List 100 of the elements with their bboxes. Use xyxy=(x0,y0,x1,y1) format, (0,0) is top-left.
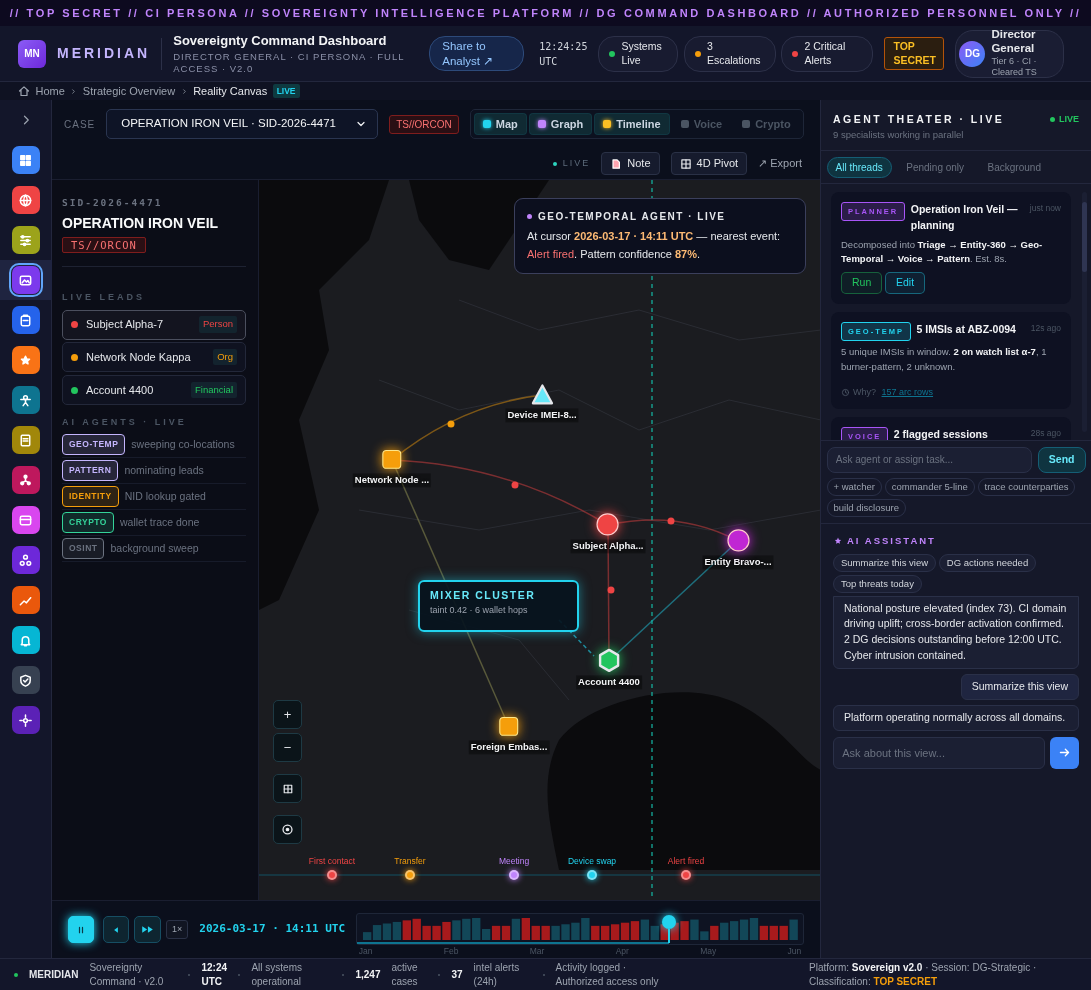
prompt-chip[interactable]: Summarize this view xyxy=(833,553,937,572)
user-name: Director General xyxy=(991,28,1037,57)
home-icon xyxy=(18,85,30,97)
lead-name: Account 4400 xyxy=(86,382,154,398)
assistant-message: Platform operating normally across all domains. xyxy=(833,705,1079,731)
share-button[interactable]: Share to Analyst ↗ xyxy=(429,35,525,72)
scrollbar-thumb[interactable] xyxy=(1082,202,1087,272)
lead-tag: Org xyxy=(213,349,237,366)
breadcrumb-current[interactable]: Reality Canvas xyxy=(193,82,268,100)
sidebar-button[interactable] xyxy=(11,346,40,374)
prompt-chip[interactable]: DG actions needed xyxy=(938,553,1037,572)
sidebar-button[interactable] xyxy=(11,266,40,294)
zoom-in-button[interactable]: + xyxy=(273,700,302,729)
target-icon xyxy=(281,823,294,836)
status-text: active cases xyxy=(391,961,419,988)
status-text: intel alerts (24h) xyxy=(473,961,521,988)
lead-item[interactable]: Subject Alpha-7 Person xyxy=(62,309,246,340)
prompt-chip[interactable]: Top threats today xyxy=(833,574,922,593)
case-select[interactable]: OPERATION IRON VEIL · SID-2026-4471 xyxy=(106,109,379,139)
sidebar-button[interactable] xyxy=(11,586,40,614)
view-tab[interactable]: Timeline xyxy=(594,112,670,136)
clock-icon xyxy=(841,388,850,398)
export-link[interactable]: ↗ Export xyxy=(758,155,802,172)
ask-input[interactable]: Ask about this view... xyxy=(833,736,1045,769)
agent-status: NID lookup gated xyxy=(124,488,206,504)
panel-subtitle: 9 specialists working in parallel xyxy=(833,127,965,142)
agent-tag: PATTERN xyxy=(62,460,119,482)
filter-tab[interactable]: Pending only xyxy=(897,156,974,178)
sidebar-button[interactable] xyxy=(11,306,40,334)
sidebar-button[interactable] xyxy=(11,706,40,734)
sidebar-button[interactable] xyxy=(11,626,40,654)
agent-status: nominating leads xyxy=(124,462,204,478)
node-label: Account 4400 xyxy=(576,675,642,690)
thread-text: Decomposed into Triage → Entity-360 → Geo-Temporal → Voice → Pattern. Est. 8s. xyxy=(841,237,1044,267)
locate-button[interactable] xyxy=(273,815,302,844)
panel-title: AGENT THEATER · LIVE xyxy=(833,112,1005,127)
marker-dot xyxy=(607,586,615,594)
breadcrumb-link[interactable]: Home xyxy=(35,82,65,100)
sidebar-button[interactable] xyxy=(11,386,40,414)
zoom-out-button[interactable]: − xyxy=(273,733,302,762)
view-tab[interactable]: Map xyxy=(473,112,527,136)
filter-tab[interactable]: Background xyxy=(978,156,1050,178)
lead-item[interactable]: Account 4400 Financial xyxy=(62,375,246,405)
person-icon xyxy=(18,392,33,408)
node-label: Device IMEI-8... xyxy=(505,408,579,423)
sidebar-button[interactable] xyxy=(11,466,40,494)
task-input[interactable]: Ask agent or assign task... xyxy=(826,446,1033,473)
agent-status: sweeping co-locations xyxy=(131,436,235,452)
section-heading: LIVE LEADS xyxy=(62,290,146,304)
timeline-thumb[interactable] xyxy=(662,915,677,944)
speed-button[interactable]: 1× xyxy=(166,919,189,940)
sidebar-button[interactable] xyxy=(11,546,40,574)
timeline-time: 2026-03-17 · 14:11 UTC xyxy=(199,921,345,938)
thread-text: 5 unique IMSIs in window. 2 on watch list α-7, 1 burner-pattern, 2 unknown. xyxy=(841,345,1048,375)
status-text: Activity logged · Authorized access only xyxy=(555,961,660,988)
view-tab[interactable]: Graph xyxy=(528,112,593,136)
breadcrumb-link[interactable]: Strategic Overview xyxy=(82,82,176,100)
brand-name: MERIDIAN xyxy=(57,44,151,63)
nodes-icon xyxy=(18,472,33,488)
lead-item[interactable]: Network Node Kappa Org xyxy=(62,342,246,373)
section-heading: AI AGENTS · LIVE xyxy=(62,416,188,429)
pivot-button[interactable]: 4D Pivot xyxy=(670,152,748,175)
grid-icon xyxy=(679,157,692,170)
chevron-icon xyxy=(70,87,78,95)
sidebar-button[interactable] xyxy=(11,426,40,454)
sidebar-button[interactable] xyxy=(11,666,40,694)
status-dot xyxy=(14,972,18,977)
sidebar-button[interactable] xyxy=(11,186,40,214)
thread-action-button[interactable]: Edit xyxy=(885,272,926,295)
assistant-message: National posture elevated (index 73). CI domain driving uplift; cross-border activation confirmed. 2 DG decisions outstanding before 12:00 UTC. Cyber intrusion contained. xyxy=(833,595,1079,669)
send-button[interactable]: Send xyxy=(1037,446,1086,473)
layers-button[interactable] xyxy=(273,774,302,803)
status-label: 3 Escalations xyxy=(706,39,762,68)
marker-dot xyxy=(511,481,519,489)
node-label: Subject Alpha... xyxy=(570,539,646,554)
thread-action-button[interactable]: Run xyxy=(841,272,883,295)
rows-link[interactable]: 157 arc rows xyxy=(881,385,934,400)
status-text: 12:24 UTC xyxy=(201,961,228,988)
case-id: SID-2026-4471 xyxy=(62,196,164,210)
sidebar-button[interactable] xyxy=(11,506,40,534)
lead-tag: Person xyxy=(198,316,237,333)
month-label: Jan xyxy=(358,945,373,958)
classification-badge: TS//ORCON xyxy=(389,114,459,134)
user-message: Summarize this view xyxy=(960,674,1079,700)
agent-tag: GEO-TEMP xyxy=(62,434,126,456)
event-label: Transfer xyxy=(394,855,426,868)
status-label: Systems Live xyxy=(621,39,663,68)
filter-tab[interactable]: All threads xyxy=(826,156,892,178)
sidebar-button[interactable] xyxy=(11,226,40,254)
document-icon xyxy=(18,432,33,448)
send-button[interactable] xyxy=(1050,736,1079,769)
shield-icon xyxy=(18,672,33,688)
sidebar-button[interactable] xyxy=(11,146,40,174)
classification-banner: // TOP SECRET // CI PERSONA // SOVEREIGNTY INTELLIGENCE PLATFORM // DG COMMAND DASHBOARD // AUTHORIZED PERSONNEL ONLY // xyxy=(0,0,1091,26)
month-label: Jun xyxy=(787,945,802,958)
marker-dot xyxy=(447,420,455,428)
fast-forward-button[interactable] xyxy=(134,916,161,943)
assistant-title: AI ASSISTANT xyxy=(847,533,936,548)
pause-button[interactable] xyxy=(68,916,95,943)
note-button[interactable]: Note xyxy=(601,152,660,175)
